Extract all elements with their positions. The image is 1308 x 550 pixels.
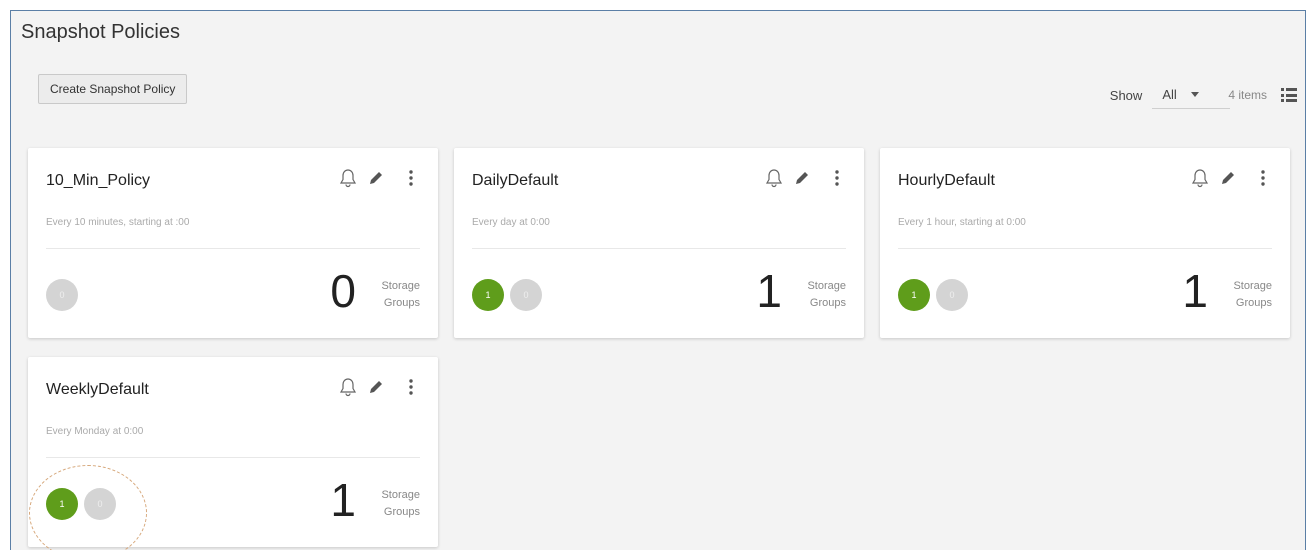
policy-schedule: Every 1 hour, starting at 0:00: [898, 217, 1026, 228]
pencil-icon[interactable]: [368, 379, 384, 400]
count-label-line-1: Storage: [381, 489, 420, 501]
view-toolbar: Show All 4 items: [1110, 81, 1297, 109]
chevron-down-icon: [1190, 92, 1199, 97]
storage-groups-label: Storage Groups: [1233, 278, 1272, 312]
count-label-line-2: Groups: [809, 297, 846, 309]
count-label-line-1: Storage: [381, 280, 420, 292]
policy-name: HourlyDefault: [898, 172, 995, 189]
compliance-badges: 1 0: [898, 279, 968, 311]
bell-icon[interactable]: [764, 168, 784, 193]
list-view-icon[interactable]: [1281, 88, 1297, 102]
create-snapshot-policy-button[interactable]: Create Snapshot Policy: [38, 74, 188, 104]
count-label-line-1: Storage: [1233, 280, 1272, 292]
compliance-badges: 0: [46, 279, 78, 311]
show-filter-value: All: [1162, 87, 1177, 102]
compliance-badges: 1 0: [472, 279, 542, 311]
policy-schedule: Every 10 minutes, starting at :00: [46, 217, 190, 228]
policy-name: 10_Min_Policy: [46, 172, 151, 189]
gray-count-badge[interactable]: 0: [84, 488, 116, 520]
policy-schedule: Every day at 0:00: [472, 217, 550, 228]
green-count-badge[interactable]: 1: [472, 279, 504, 311]
divider: [46, 248, 420, 249]
count-label-line-1: Storage: [807, 280, 846, 292]
gray-count-badge[interactable]: 0: [510, 279, 542, 311]
bell-icon[interactable]: [338, 168, 358, 193]
pencil-icon[interactable]: [368, 170, 384, 191]
storage-groups-label: Storage Groups: [807, 278, 846, 312]
bell-icon[interactable]: [338, 377, 358, 402]
card-actions: [764, 168, 840, 193]
more-vertical-icon[interactable]: [408, 378, 414, 401]
divider: [898, 248, 1272, 249]
gray-count-badge[interactable]: 0: [46, 279, 78, 311]
card-actions: [338, 168, 414, 193]
divider: [472, 248, 846, 249]
storage-group-count: 1: [330, 474, 356, 526]
storage-group-count: 0: [330, 265, 356, 317]
snapshot-policies-panel: Snapshot Policies Create Snapshot Policy…: [10, 10, 1306, 550]
policy-name: DailyDefault: [472, 172, 559, 189]
page-title: Snapshot Policies: [21, 21, 180, 43]
storage-group-count: 1: [756, 265, 782, 317]
show-filter-select[interactable]: All: [1152, 87, 1231, 109]
pencil-icon[interactable]: [794, 170, 810, 191]
policy-name: WeeklyDefault: [46, 381, 149, 398]
green-count-badge[interactable]: 1: [46, 488, 78, 520]
show-label: Show: [1109, 87, 1143, 103]
more-vertical-icon[interactable]: [408, 169, 414, 192]
storage-group-count: 1: [1182, 265, 1208, 317]
green-count-badge[interactable]: 1: [898, 279, 930, 311]
policy-card[interactable]: 10_Min_Policy Every 10 minutes, starting…: [28, 148, 438, 338]
storage-groups-label: Storage Groups: [381, 278, 420, 312]
divider: [46, 457, 420, 458]
gray-count-badge[interactable]: 0: [936, 279, 968, 311]
card-actions: [338, 377, 414, 402]
policy-card[interactable]: WeeklyDefault Every Monday at 0:00 1 0 1…: [28, 357, 438, 547]
compliance-badges: 1 0: [46, 488, 116, 520]
policy-card[interactable]: HourlyDefault Every 1 hour, starting at …: [880, 148, 1290, 338]
card-actions: [1190, 168, 1266, 193]
count-label-line-2: Groups: [1235, 297, 1272, 309]
policy-schedule: Every Monday at 0:00: [46, 426, 144, 437]
bell-icon[interactable]: [1190, 168, 1210, 193]
more-vertical-icon[interactable]: [834, 169, 840, 192]
pencil-icon[interactable]: [1220, 170, 1236, 191]
storage-groups-label: Storage Groups: [381, 487, 420, 521]
count-label-line-2: Groups: [383, 506, 420, 518]
more-vertical-icon[interactable]: [1260, 169, 1266, 192]
item-count: 4 items: [1228, 88, 1267, 102]
policy-card[interactable]: DailyDefault Every day at 0:00 1 0 1 Sto…: [454, 148, 864, 338]
count-label-line-2: Groups: [383, 297, 420, 309]
